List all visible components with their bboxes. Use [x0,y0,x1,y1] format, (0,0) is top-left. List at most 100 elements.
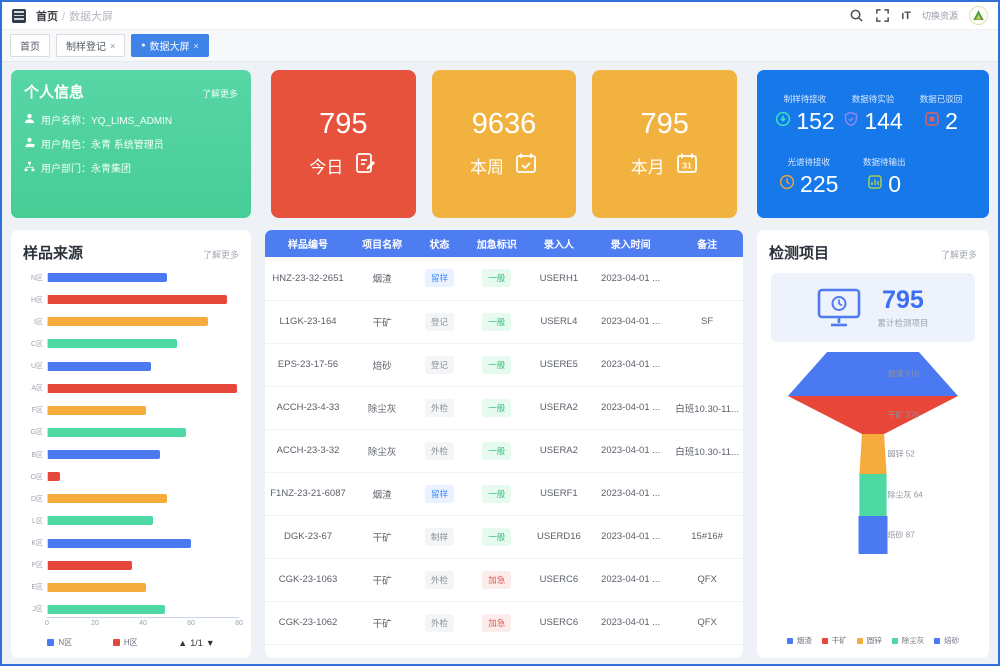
blue-stat-value: 144 [864,108,902,135]
bar [48,561,132,570]
cell-status: 留样 [413,472,466,515]
test-items-panel: 检测项目 了解更多 795 累计检测项目 烟渣 916干矿 376圆锌 52除尘… [757,230,989,658]
funnel-legend-item-除尘灰[interactable]: 除尘灰 [892,635,925,646]
search-icon[interactable] [849,8,864,23]
fullscreen-icon[interactable] [875,8,890,23]
bar [48,583,146,592]
menu-icon[interactable] [12,9,26,23]
table-row[interactable]: EPS-23-17-56焙砂登记一般USERE52023-04-01 ... [265,343,743,386]
legend-swatch [934,638,940,644]
cell-sample-code: ACCH-23-3-32 [265,429,351,472]
stat-card-value: 9636 [472,108,537,141]
funnel-legend-item-干矿[interactable]: 干矿 [822,635,847,646]
font-size-icon[interactable]: ıT [901,10,911,22]
x-axis: 020406080 [47,617,239,631]
bar [48,295,227,304]
legend-item-H区[interactable]: H区 [113,637,138,648]
cell-status: 登记 [413,300,466,343]
cell-entry-user: USERL4 [528,300,590,343]
cell-status: 外检 [413,558,466,601]
blue-stat-value: 2 [945,108,958,135]
legend-swatch [857,638,863,644]
bar-label: N区 [23,273,47,283]
legend-pager[interactable]: ▲1/1▼ [178,638,214,648]
breadcrumb-root[interactable]: 首页 [36,11,58,23]
sample-source-more-link[interactable]: 了解更多 [203,248,239,261]
personal-field: 用户部门：永青集团 [24,160,238,175]
pager-up-icon[interactable]: ▲ [178,638,187,648]
blue-stat-光谱待接收: 光谱待接收225 [771,156,846,198]
bar [48,339,177,348]
svg-text:31: 31 [682,161,692,171]
cell-note [671,472,743,515]
tab-bar: 首页制样登记× ●数据大屏× [2,30,998,62]
cell-urgent-flag: 一般 [466,429,528,472]
funnel-legend-item-焙砂[interactable]: 焙砂 [934,635,959,646]
funnel-legend-item-圆锌[interactable]: 圆锌 [857,635,882,646]
legend-label: 干矿 [832,635,847,646]
tab-制样登记[interactable]: 制样登记× [56,34,125,57]
cell-entry-user: USERE5 [528,343,590,386]
status-badge: 外检 [425,614,454,632]
bar-label: H区 [23,295,47,305]
test-items-more-link[interactable]: 了解更多 [941,248,977,261]
cell-sample-code: CGK-23-1063 [265,558,351,601]
personal-field-text: 用户部门：永青集团 [41,160,131,175]
cell-entry-time: 2023-04-01 ... [590,343,671,386]
table-row[interactable]: CGK-23-1062干矿外检加急USERC62023-04-01 ...QFX [265,601,743,644]
tab-首页[interactable]: 首页 [10,34,50,57]
sample-source-bar-chart: N区H区I区C区U区A区F区G区B区O区D区L区K区P区E区J区 0204060… [23,271,239,650]
bar-row: N区 [23,273,239,282]
table-row[interactable]: HNZ-23-32-2651烟渣留样一般USERH12023-04-01 ... [265,257,743,300]
tab-close-icon[interactable]: × [194,41,199,51]
sample-table: 样品编号项目名称状态加急标识录入人录入时间备注 HNZ-23-32-2651烟渣… [265,230,743,645]
pager-down-icon[interactable]: ▼ [206,638,215,648]
cell-entry-time: 2023-04-01 ... [590,257,671,300]
calendar-31-icon: 31 [675,151,699,180]
table-header-cell: 状态 [413,230,466,257]
table-row[interactable]: L1GK-23-164干矿登记一般USERL42023-04-01 ...SF [265,300,743,343]
tab-数据大屏[interactable]: ●数据大屏× [131,34,209,57]
personal-more-link[interactable]: 了解更多 [202,87,238,100]
table-row[interactable]: ACCH-23-3-32除尘灰外检一般USERA22023-04-01 ...白… [265,429,743,472]
cell-note: QFX [671,558,743,601]
sample-table-panel: 样品编号项目名称状态加急标识录入人录入时间备注 HNZ-23-32-2651烟渣… [265,230,743,658]
stat-card-label: 今日 [309,153,343,178]
bar-row: G区 [23,428,239,437]
stat-card-label: 本月 [631,153,665,178]
table-row[interactable]: DGK-23-67干矿制样一般USERD162023-04-01 ...15#1… [265,515,743,558]
avatar[interactable] [969,6,988,25]
x-tick: 40 [139,620,147,627]
cell-entry-user: USERF1 [528,472,590,515]
monitor-clock-icon [817,288,861,328]
legend-swatch [822,638,828,644]
cell-note: 白班10.30-11... [671,386,743,429]
test-items-title: 检测项目 [769,242,829,263]
table-row[interactable]: CGK-23-1063干矿外检加急USERC62023-04-01 ...QFX [265,558,743,601]
bar-label: D区 [23,494,47,504]
test-items-funnel-chart: 烟渣 916干矿 376圆锌 52除尘灰 64焙砂 87 [769,350,977,631]
urgent-badge: 一般 [482,528,511,546]
status-badge: 外检 [425,399,454,417]
top-header: 首页/数据大屏 ıT 切换资源 [2,2,998,30]
header-right-label[interactable]: 切换资源 [922,9,958,22]
table-header-row: 样品编号项目名称状态加急标识录入人录入时间备注 [265,230,743,257]
receive-icon [775,111,791,132]
funnel-legend-item-烟渣[interactable]: 烟渣 [787,635,812,646]
legend-item-N区[interactable]: N区 [47,637,72,648]
cell-status: 外检 [413,601,466,644]
bar-label: U区 [23,361,47,371]
cell-note: 白班10.30-11... [671,429,743,472]
bar [48,494,167,503]
bar-label: P区 [23,560,47,570]
legend-label: 除尘灰 [902,635,925,646]
table-row[interactable]: F1NZ-23-21-6087烟渣留样一般USERF12023-04-01 ..… [265,472,743,515]
tab-close-icon[interactable]: × [110,41,115,51]
table-row[interactable]: ACCH-23-4-33除尘灰外检一般USERA22023-04-01 ...白… [265,386,743,429]
x-tick: 20 [91,620,99,627]
bar-row: F区 [23,406,239,415]
urgent-badge: 一般 [482,442,511,460]
bar-label: K区 [23,538,47,548]
personal-field: 用户名称：YQ_LIMS_ADMIN [24,112,238,127]
urgent-badge: 一般 [482,399,511,417]
